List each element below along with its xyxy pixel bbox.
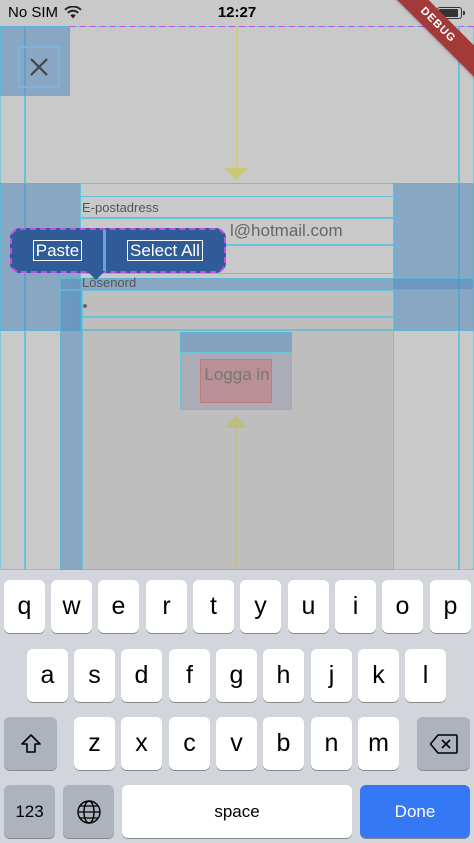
status-time: 12:27: [217, 4, 257, 21]
key-x[interactable]: x: [121, 717, 162, 770]
debug-form-right-pad: [394, 183, 474, 331]
key-f[interactable]: f: [169, 649, 210, 702]
key-y[interactable]: y: [240, 580, 281, 633]
key-u[interactable]: u: [288, 580, 329, 633]
paste-label: Paste: [32, 240, 83, 261]
key-j[interactable]: j: [311, 649, 352, 702]
shift-key[interactable]: [4, 717, 57, 770]
key-e[interactable]: e: [98, 580, 139, 633]
debug-password-underline: [82, 316, 394, 318]
key-i[interactable]: i: [335, 580, 376, 633]
key-g[interactable]: g: [216, 649, 257, 702]
key-z[interactable]: z: [74, 717, 115, 770]
password-field[interactable]: [82, 290, 394, 330]
space-key[interactable]: space: [122, 785, 352, 838]
numbers-key[interactable]: 123: [4, 785, 55, 838]
key-d[interactable]: d: [121, 649, 162, 702]
close-icon: [30, 58, 48, 76]
key-t[interactable]: t: [193, 580, 234, 633]
debug-spacer-line-top: [236, 26, 237, 170]
paste-button[interactable]: Paste: [12, 230, 103, 271]
key-l[interactable]: l: [405, 649, 446, 702]
key-m[interactable]: m: [358, 717, 399, 770]
app-content: E-postadress l@hotmail.com Lösenord Logg…: [0, 26, 474, 570]
email-value: l@hotmail.com: [230, 221, 343, 240]
text-context-menu: Paste Select All: [10, 228, 226, 280]
globe-icon: [76, 799, 101, 824]
backspace-icon: [429, 733, 458, 754]
done-key[interactable]: Done: [360, 785, 470, 838]
key-c[interactable]: c: [169, 717, 210, 770]
key-r[interactable]: r: [146, 580, 187, 633]
key-s[interactable]: s: [74, 649, 115, 702]
key-v[interactable]: v: [216, 717, 257, 770]
key-p[interactable]: p: [430, 580, 471, 633]
login-button-label: Logga in: [204, 365, 270, 384]
key-q[interactable]: q: [4, 580, 45, 633]
shift-icon: [20, 733, 41, 753]
key-b[interactable]: b: [263, 717, 304, 770]
debug-spacer-arrow-top: [224, 168, 248, 180]
select-all-button[interactable]: Select All: [106, 230, 224, 271]
globe-key[interactable]: [63, 785, 114, 838]
delete-key[interactable]: [417, 717, 470, 770]
debug-login-top: [180, 332, 292, 352]
key-k[interactable]: k: [358, 649, 399, 702]
key-o[interactable]: o: [382, 580, 423, 633]
debug-left-column: [60, 290, 82, 570]
email-label: E-postadress: [82, 200, 159, 215]
debug-top-dashed: [0, 26, 474, 27]
key-n[interactable]: n: [311, 717, 352, 770]
close-button[interactable]: [18, 46, 60, 88]
key-a[interactable]: a: [27, 649, 68, 702]
keyboard: q w e r t y u i o p a s d f g h j k l z …: [0, 570, 474, 843]
password-dot: [83, 304, 87, 308]
select-all-label: Select All: [127, 240, 203, 261]
key-h[interactable]: h: [263, 649, 304, 702]
key-w[interactable]: w: [51, 580, 92, 633]
